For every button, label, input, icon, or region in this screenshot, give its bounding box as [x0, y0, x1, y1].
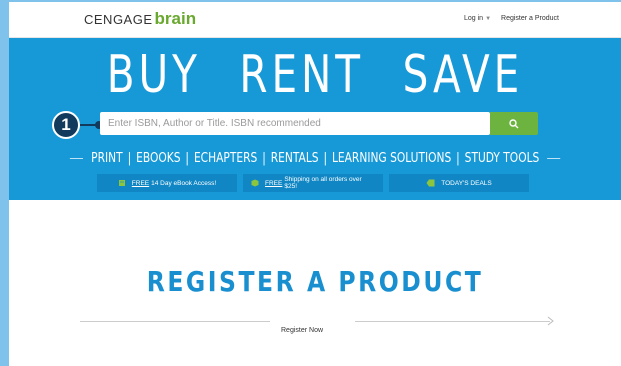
register-divider-right	[355, 321, 550, 322]
book-icon	[118, 179, 126, 187]
nav-item-ebooks[interactable]: EBOOKS	[136, 151, 180, 166]
hero-banner: BUY RENT SAVE 1 PRINT | EBOOKS | ECHAPTE…	[9, 38, 621, 200]
logo-text-brain: brain	[154, 9, 197, 28]
nav-item-learning-solutions[interactable]: LEARNING SOLUTIONS	[332, 151, 451, 166]
nav-separator: |	[261, 150, 266, 166]
promo-free-shipping[interactable]: FREE Shipping on all orders over $25!	[243, 174, 383, 192]
search-input[interactable]	[108, 112, 490, 135]
search-field[interactable]	[100, 112, 490, 135]
category-nav: PRINT | EBOOKS | ECHAPTERS | RENTALS | L…	[9, 148, 621, 168]
register-divider-left	[80, 321, 270, 322]
arrow-right-icon[interactable]	[545, 316, 555, 326]
promo-todays-deals[interactable]: TODAY'S DEALS	[389, 174, 529, 192]
login-label: Log in	[463, 15, 484, 22]
nav-dash-right	[547, 157, 561, 159]
search-icon	[509, 118, 519, 128]
nav-separator: |	[455, 150, 460, 166]
search-button[interactable]	[490, 112, 538, 135]
nav-item-rentals[interactable]: RENTALS	[270, 151, 318, 166]
promo-ebook-access[interactable]: FREE 14 Day eBook Access!	[97, 174, 237, 192]
register-product-link[interactable]: Register a Product	[501, 15, 559, 22]
cengage-brain-logo[interactable]: CENGAGE brain	[84, 9, 196, 31]
nav-dash-left	[69, 157, 83, 159]
promo-bar: FREE 14 Day eBook Access! FREE Shipping …	[97, 174, 529, 192]
nav-item-study-tools[interactable]: STUDY TOOLS	[464, 151, 539, 166]
nav-separator: |	[323, 150, 327, 166]
nav-item-print[interactable]: PRINT	[91, 151, 122, 166]
promo-free-label: FREE	[265, 179, 283, 187]
promo-text: TODAY'S DEALS	[441, 179, 492, 187]
login-link[interactable]: Log in ▼	[464, 15, 491, 22]
promo-free-label: FREE	[131, 179, 150, 187]
nav-item-echapters[interactable]: ECHAPTERS	[194, 151, 257, 166]
header-links: Log in ▼ Register a Product	[464, 15, 559, 22]
tag-icon	[426, 179, 435, 187]
promo-text: 14 Day eBook Access!	[151, 179, 217, 187]
box-icon	[251, 179, 259, 187]
step-badge: 1	[52, 111, 80, 139]
chevron-down-icon: ▼	[485, 16, 492, 22]
register-heading: REGISTER A PRODUCT	[146, 265, 484, 298]
hero-title: BUY RENT SAVE	[106, 45, 524, 105]
nav-separator: |	[127, 150, 131, 166]
logo-text-cengage: CENGAGE	[84, 12, 153, 27]
register-now-link[interactable]: Register Now	[281, 327, 323, 334]
nav-separator: |	[185, 150, 189, 166]
top-header: CENGAGE brain Log in ▼ Register a Product	[9, 2, 621, 38]
promo-text: Shipping on all orders over $25!	[284, 176, 362, 190]
